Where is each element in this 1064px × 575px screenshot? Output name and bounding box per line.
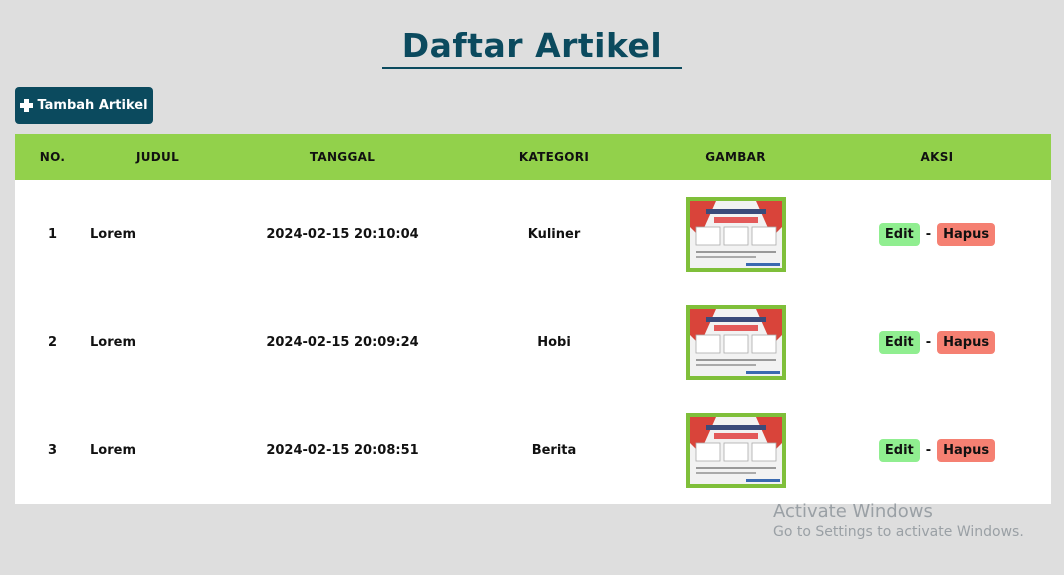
cell-judul: Lorem xyxy=(90,442,136,458)
table-row: 2 Lorem 2024-02-15 20:09:24 Hobi Edit - … xyxy=(15,288,1051,396)
cell-aksi: Edit - Hapus xyxy=(823,180,1051,288)
table-header-row: NO. JUDUL TANGGAL KATEGORI GAMBAR AKSI xyxy=(15,134,1051,180)
cell-tanggal: 2024-02-15 20:09:24 xyxy=(266,334,419,350)
header-judul: JUDUL xyxy=(135,150,180,164)
watermark-subtitle: Go to Settings to activate Windows. xyxy=(773,524,1024,540)
edit-button[interactable]: Edit xyxy=(878,438,920,462)
header-aksi: AKSI xyxy=(920,150,954,164)
hapus-button[interactable]: Hapus xyxy=(937,438,996,462)
aksi-group: Edit - Hapus xyxy=(878,222,996,246)
header-no: NO. xyxy=(39,150,66,164)
plus-icon xyxy=(20,99,34,112)
cell-kategori: Kuliner xyxy=(527,226,581,242)
cell-kategori: Hobi xyxy=(537,334,571,350)
edit-button[interactable]: Edit xyxy=(878,330,920,354)
title-wrap: Daftar Artikel xyxy=(0,26,1064,69)
aksi-group: Edit - Hapus xyxy=(878,330,996,354)
aksi-separator: - xyxy=(925,334,932,350)
hapus-button[interactable]: Hapus xyxy=(937,330,996,354)
watermark-title: Activate Windows xyxy=(773,501,933,522)
cell-judul: Lorem xyxy=(90,334,136,350)
hapus-button[interactable]: Hapus xyxy=(937,222,996,246)
header-kategori: KATEGORI xyxy=(518,150,590,164)
edit-button[interactable]: Edit xyxy=(878,222,920,246)
article-thumbnail xyxy=(685,196,786,272)
article-thumbnail xyxy=(685,304,786,380)
header-gambar: GAMBAR xyxy=(705,150,766,164)
cell-judul: Lorem xyxy=(90,226,136,242)
cell-kategori: Berita xyxy=(531,442,577,458)
article-thumbnail xyxy=(685,412,786,488)
add-article-button[interactable]: Tambah Artikel xyxy=(15,87,153,124)
cell-tanggal: 2024-02-15 20:10:04 xyxy=(266,226,419,242)
cell-no: 1 xyxy=(47,226,58,242)
cell-gambar xyxy=(648,180,823,288)
aksi-separator: - xyxy=(925,226,932,242)
cell-no: 3 xyxy=(47,442,58,458)
aksi-separator: - xyxy=(925,442,932,458)
cell-gambar xyxy=(648,288,823,396)
aksi-group: Edit - Hapus xyxy=(878,438,996,462)
article-table: NO. JUDUL TANGGAL KATEGORI GAMBAR AKSI 1… xyxy=(15,134,1051,504)
cell-aksi: Edit - Hapus xyxy=(823,396,1051,504)
activate-windows-watermark: Activate Windows Go to Settings to activ… xyxy=(773,501,1024,540)
cell-tanggal: 2024-02-15 20:08:51 xyxy=(266,442,419,458)
page: Daftar Artikel Tambah Artikel NO. JUDUL … xyxy=(0,0,1064,575)
table-row: 1 Lorem 2024-02-15 20:10:04 Kuliner Edit… xyxy=(15,180,1051,288)
table-row: 3 Lorem 2024-02-15 20:08:51 Berita Edit … xyxy=(15,396,1051,504)
article-table-container: NO. JUDUL TANGGAL KATEGORI GAMBAR AKSI 1… xyxy=(15,134,1051,504)
header-tanggal: TANGGAL xyxy=(309,150,376,164)
page-title: Daftar Artikel xyxy=(381,26,683,69)
cell-gambar xyxy=(648,396,823,504)
cell-aksi: Edit - Hapus xyxy=(823,288,1051,396)
cell-no: 2 xyxy=(47,334,58,350)
add-article-label: Tambah Artikel xyxy=(37,98,148,113)
